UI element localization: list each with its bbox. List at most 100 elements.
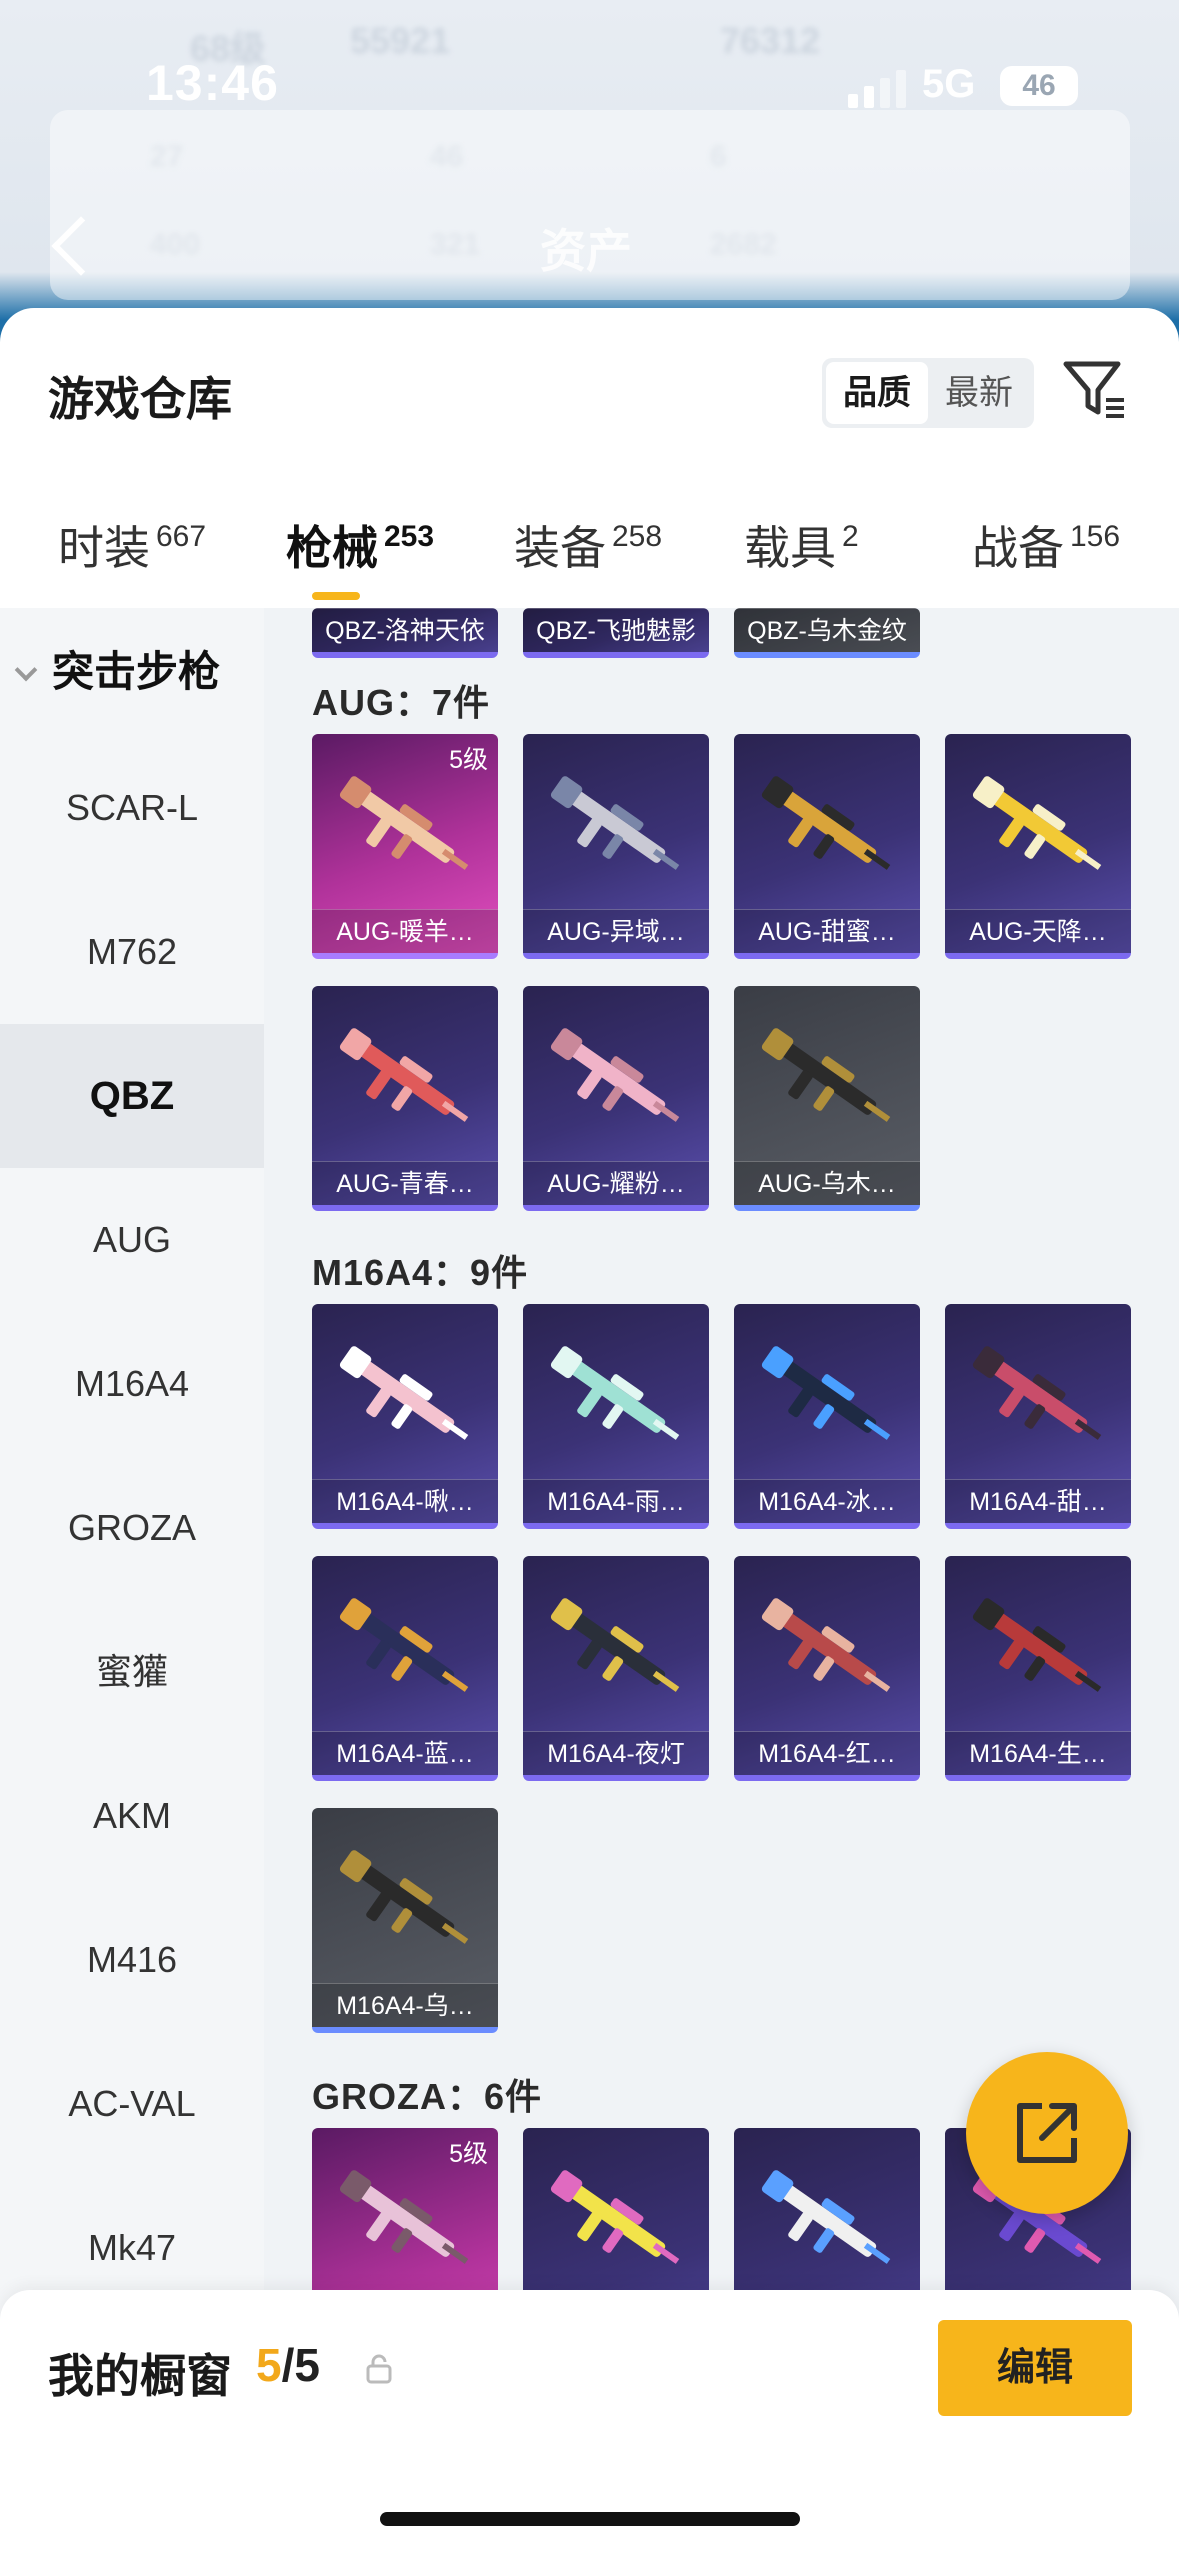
weapon-card-label: M16A4-冰… bbox=[734, 1479, 920, 1523]
tab-count: 667 bbox=[156, 520, 207, 553]
gun-icon bbox=[339, 1598, 469, 1692]
weapon-card[interactable]: M16A4-冰… bbox=[734, 1304, 920, 1529]
sidebar-category-assault-rifle[interactable]: 突击步枪 bbox=[14, 638, 220, 699]
sidebar-item-akm[interactable]: AKM bbox=[0, 1744, 264, 1888]
battery-icon: 46 bbox=[1000, 66, 1078, 106]
tab-label: 载具 bbox=[744, 522, 836, 574]
weapon-card[interactable]: M16A4-夜灯 bbox=[523, 1556, 709, 1781]
weapon-card[interactable]: QBZ-飞驰魅影 bbox=[523, 608, 709, 658]
gun-icon bbox=[550, 2170, 680, 2264]
gun-icon bbox=[550, 1028, 680, 1122]
filter-icon[interactable] bbox=[1060, 354, 1130, 424]
weapon-card[interactable]: 5级 AUG-暖羊… bbox=[312, 734, 498, 959]
weapon-card-label: M16A4-雨… bbox=[523, 1479, 709, 1523]
sidebar-item-honey-badger[interactable]: 蜜獾 bbox=[0, 1600, 264, 1744]
tab-count: 258 bbox=[612, 520, 663, 553]
weapon-card-label: QBZ-洛神天依 bbox=[312, 608, 498, 652]
weapon-card-label: M16A4-甜… bbox=[945, 1479, 1131, 1523]
tab-count: 156 bbox=[1070, 520, 1121, 553]
sidebar-item-aug[interactable]: AUG bbox=[0, 1168, 264, 1312]
tab-underline bbox=[312, 592, 360, 600]
gun-icon bbox=[550, 776, 680, 870]
gun-icon bbox=[339, 1028, 469, 1122]
tab-guns[interactable]: 枪械 253 bbox=[286, 512, 434, 578]
gun-icon bbox=[761, 1346, 891, 1440]
weapon-card[interactable]: M16A4-乌… bbox=[312, 1808, 498, 2033]
back-button[interactable] bbox=[40, 205, 100, 285]
weapon-card[interactable]: M16A4-雨… bbox=[523, 1304, 709, 1529]
weapon-card-label: M16A4-夜灯 bbox=[523, 1731, 709, 1775]
sheet-title: 游戏仓库 bbox=[48, 373, 232, 425]
weapon-card[interactable]: M16A4-蓝… bbox=[312, 1556, 498, 1781]
tab-vehicles[interactable]: 载具 2 bbox=[744, 512, 859, 578]
sidebar-item-m16a4[interactable]: M16A4 bbox=[0, 1312, 264, 1456]
weapon-card-label: M16A4-蓝… bbox=[312, 1731, 498, 1775]
section-title-groza: GROZA：6件 bbox=[312, 2076, 543, 2117]
status-time: 13:46 bbox=[146, 55, 279, 111]
lock-icon bbox=[366, 2354, 392, 2384]
showcase-current: 5 bbox=[256, 2339, 282, 2391]
gun-icon bbox=[550, 1346, 680, 1440]
gun-icon bbox=[761, 1598, 891, 1692]
weapon-card[interactable]: AUG-甜蜜… bbox=[734, 734, 920, 959]
gun-icon bbox=[972, 776, 1102, 870]
weapon-card-label: AUG-耀粉… bbox=[523, 1161, 709, 1205]
sidebar-item-m762[interactable]: M762 bbox=[0, 880, 264, 1024]
gun-icon bbox=[339, 1346, 469, 1440]
weapon-card-label: AUG-暖羊… bbox=[312, 909, 498, 953]
network-label: 5G bbox=[922, 62, 976, 106]
tab-supplies[interactable]: 战备 156 bbox=[972, 512, 1120, 578]
weapon-card[interactable]: AUG-乌木… bbox=[734, 986, 920, 1211]
tab-label: 战备 bbox=[972, 522, 1064, 574]
chevron-down-icon bbox=[14, 658, 38, 682]
weapon-card[interactable]: AUG-天降… bbox=[945, 734, 1131, 959]
tab-label: 时装 bbox=[58, 522, 150, 574]
sidebar-item-scar-l[interactable]: SCAR-L bbox=[0, 736, 264, 880]
tab-count: 2 bbox=[842, 520, 859, 553]
page-title: 资产 bbox=[540, 225, 632, 277]
weapon-card[interactable]: M16A4-生… bbox=[945, 1556, 1131, 1781]
gun-icon bbox=[339, 2170, 469, 2264]
section-title-aug: AUG：7件 bbox=[312, 682, 491, 723]
weapon-card[interactable]: AUG-青春… bbox=[312, 986, 498, 1211]
warehouse-sheet: 游戏仓库 品质 最新 时装 667 枪械 253 装备 258 载具 2 战备 156 突… bbox=[0, 308, 1179, 2556]
sidebar-item-m416[interactable]: M416 bbox=[0, 1888, 264, 2032]
tab-equipment[interactable]: 装备 258 bbox=[514, 512, 662, 578]
sort-newest-button[interactable]: 最新 bbox=[928, 362, 1030, 424]
level-badge: 5级 bbox=[449, 2140, 488, 2168]
tab-fashion[interactable]: 时装 667 bbox=[58, 512, 206, 578]
weapon-card[interactable]: QBZ-乌木金纹 bbox=[734, 608, 920, 658]
tab-count: 253 bbox=[384, 520, 435, 553]
level-badge: 5级 bbox=[449, 746, 488, 774]
tab-label: 装备 bbox=[514, 522, 606, 574]
sidebar-item-groza[interactable]: GROZA bbox=[0, 1456, 264, 1600]
weapon-card[interactable]: M16A4-甜… bbox=[945, 1304, 1131, 1529]
share-button[interactable] bbox=[966, 2052, 1128, 2214]
edit-button[interactable]: 编辑 bbox=[938, 2320, 1132, 2416]
weapon-card-label: AUG-乌木… bbox=[734, 1161, 920, 1205]
showcase-total: /5 bbox=[281, 2339, 320, 2391]
weapon-card-label: AUG-青春… bbox=[312, 1161, 498, 1205]
section-title-m16a4: M16A4：9件 bbox=[312, 1252, 529, 1293]
weapon-card-label: AUG-异域… bbox=[523, 909, 709, 953]
status-bar: 13:46 5G 46 bbox=[0, 40, 1179, 130]
gun-icon bbox=[339, 1850, 469, 1944]
sort-quality-button[interactable]: 品质 bbox=[826, 362, 928, 424]
tab-label: 枪械 bbox=[286, 522, 378, 574]
gun-icon bbox=[761, 776, 891, 870]
gun-icon bbox=[972, 1346, 1102, 1440]
gun-icon bbox=[761, 2170, 891, 2264]
weapon-card[interactable]: M16A4-红… bbox=[734, 1556, 920, 1781]
sidebar-item-qbz[interactable]: QBZ bbox=[0, 1024, 264, 1168]
weapon-card-label: M16A4-乌… bbox=[312, 1983, 498, 2027]
weapon-card[interactable]: AUG-异域… bbox=[523, 734, 709, 959]
weapon-card[interactable]: AUG-耀粉… bbox=[523, 986, 709, 1211]
gun-icon bbox=[550, 1598, 680, 1692]
home-indicator bbox=[380, 2512, 800, 2526]
sidebar-item-ac-val[interactable]: AC-VAL bbox=[0, 2032, 264, 2176]
weapon-card[interactable]: QBZ-洛神天依 bbox=[312, 608, 498, 658]
weapon-card[interactable]: M16A4-啾… bbox=[312, 1304, 498, 1529]
gun-icon bbox=[761, 1028, 891, 1122]
category-tabs: 时装 667 枪械 253 装备 258 载具 2 战备 156 bbox=[0, 500, 1179, 610]
gun-icon bbox=[972, 1598, 1102, 1692]
